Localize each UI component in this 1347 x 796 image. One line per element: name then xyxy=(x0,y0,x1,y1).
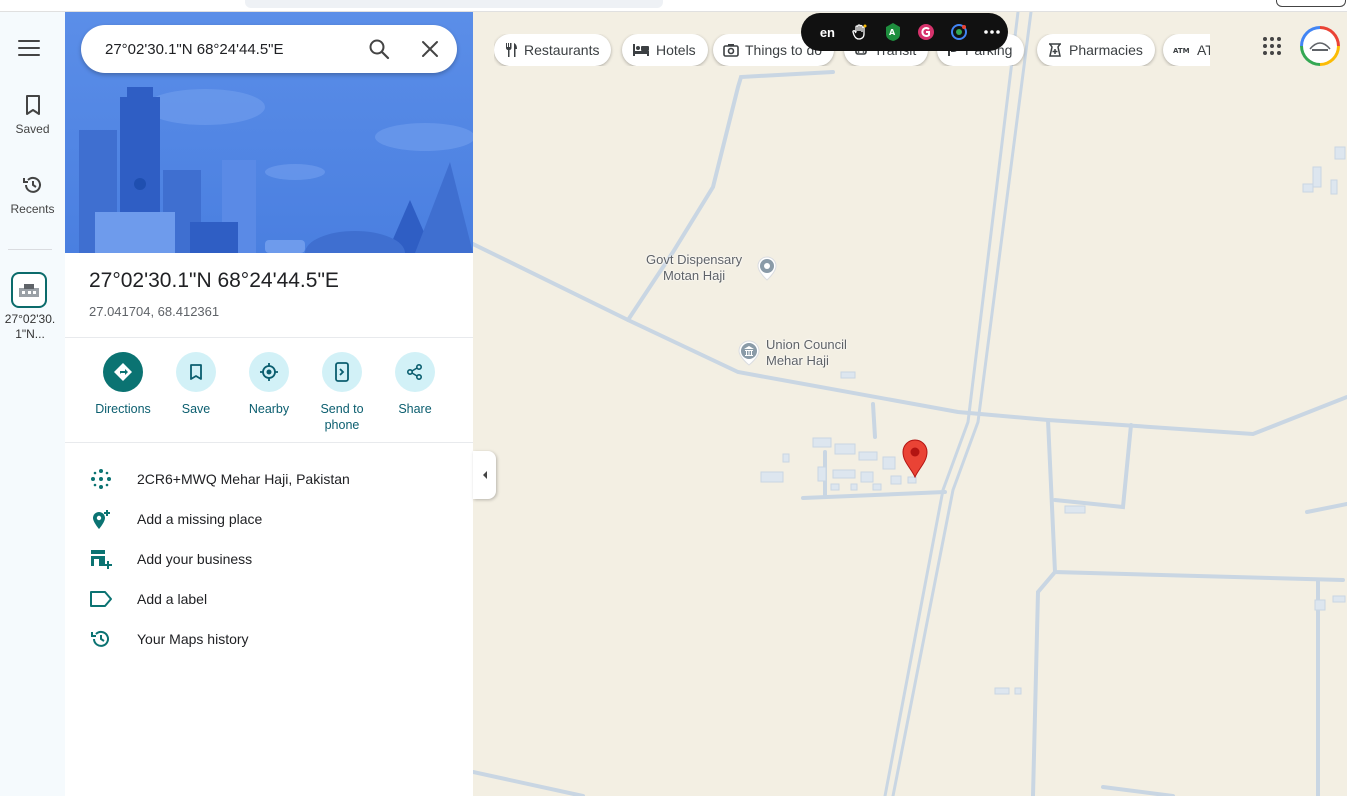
government-building-icon xyxy=(738,340,760,366)
browser-address-bar[interactable] xyxy=(245,0,663,8)
send-to-phone-label-2: phone xyxy=(324,418,360,432)
chip-restaurants[interactable]: Restaurants xyxy=(494,34,612,66)
add-label-text: Add a label xyxy=(137,591,208,607)
menu-icon[interactable] xyxy=(18,40,40,56)
save-button[interactable]: Save xyxy=(161,352,231,417)
action-buttons: Directions Save Nearby Send to phone Sha… xyxy=(65,352,473,442)
divider xyxy=(65,337,473,338)
rail-saved[interactable]: Saved xyxy=(0,94,65,136)
browser-strip xyxy=(0,0,1347,12)
plus-code-icon xyxy=(91,469,111,489)
send-to-phone-label-1: Send to xyxy=(320,402,364,416)
add-label-row[interactable]: Add a label xyxy=(65,579,473,619)
plus-code-row[interactable]: 2CR6+MWQ Mehar Haji, Pakistan xyxy=(65,459,473,499)
more-options-icon[interactable] xyxy=(975,17,1008,47)
place-panel: 27°02'30.1"N 68°24'44.5"E 27.041704, 68.… xyxy=(65,12,473,796)
rail-recents[interactable]: Recents xyxy=(0,174,65,216)
nearby-button[interactable]: Nearby xyxy=(234,352,304,417)
bed-icon xyxy=(633,44,649,56)
add-missing-place-text: Add a missing place xyxy=(137,511,263,527)
share-label: Share xyxy=(398,402,432,416)
dropped-pin-marker[interactable] xyxy=(901,438,929,483)
recent-place-thumbnail[interactable] xyxy=(11,272,47,308)
road-network xyxy=(473,12,1347,796)
bookmark-icon xyxy=(25,95,40,115)
location-pin-icon xyxy=(902,439,928,479)
share-button[interactable]: Share xyxy=(380,352,450,417)
fork-knife-icon xyxy=(506,43,517,57)
add-business-text: Add your business xyxy=(137,551,253,567)
chevron-left-icon xyxy=(482,471,487,479)
chip-atms[interactable]: ATM ATMs xyxy=(1163,34,1210,66)
extension-globe-icon[interactable] xyxy=(942,17,975,47)
dispensary-marker[interactable] xyxy=(756,255,778,286)
send-to-phone-button[interactable]: Send to phone xyxy=(307,352,377,433)
send-to-phone-icon xyxy=(335,362,349,382)
divider xyxy=(65,442,473,443)
extension-a-icon[interactable]: A xyxy=(877,17,910,47)
camera-icon xyxy=(723,44,739,57)
rail-divider xyxy=(8,249,52,250)
add-business-row[interactable]: Add your business xyxy=(65,539,473,579)
history-icon xyxy=(22,176,41,193)
left-rail: Saved Recents 27°02'30. 1"N... xyxy=(0,12,65,796)
atm-icon: ATM xyxy=(1173,47,1190,55)
chip-hotels[interactable]: Hotels xyxy=(622,34,708,66)
poi-label-union-council[interactable]: Union Council Mehar Haji xyxy=(766,337,847,369)
language-button[interactable]: en xyxy=(811,17,844,47)
nearby-icon xyxy=(260,363,278,381)
place-decimal-coordinates: 27.041704, 68.412361 xyxy=(89,304,220,319)
maps-history-row[interactable]: Your Maps history xyxy=(65,619,473,659)
browser-extension-button[interactable] xyxy=(1276,0,1346,7)
building-icon xyxy=(19,284,39,297)
directions-button[interactable]: Directions xyxy=(88,352,158,417)
svg-text:A: A xyxy=(889,28,896,37)
search-input[interactable] xyxy=(105,40,355,58)
maps-history-text: Your Maps history xyxy=(137,631,249,647)
close-icon[interactable] xyxy=(419,38,441,60)
poi-label-govt-dispensary[interactable]: Govt Dispensary Motan Haji xyxy=(646,252,742,284)
plus-code-text: 2CR6+MWQ Mehar Haji, Pakistan xyxy=(137,471,350,487)
collapse-panel-button[interactable] xyxy=(473,451,496,499)
grammarly-icon[interactable] xyxy=(909,17,942,47)
search-icon[interactable] xyxy=(367,37,391,61)
save-label: Save xyxy=(181,402,211,416)
map-canvas[interactable]: Govt Dispensary Motan Haji Union Council… xyxy=(473,12,1347,796)
recent-place-label[interactable]: 27°02'30. 1"N... xyxy=(0,312,60,342)
add-location-icon xyxy=(93,510,110,529)
directions-label: Directions xyxy=(95,402,151,416)
nearby-label: Nearby xyxy=(248,402,290,416)
chip-pharmacies[interactable]: Pharmacies xyxy=(1037,34,1155,66)
bookmark-icon xyxy=(190,364,202,380)
add-missing-place-row[interactable]: Add a missing place xyxy=(65,499,473,539)
union-council-marker[interactable] xyxy=(737,340,761,371)
label-icon xyxy=(90,591,112,607)
pharmacy-icon xyxy=(1049,43,1061,57)
rail-saved-label: Saved xyxy=(15,122,50,136)
poi-pin-icon xyxy=(757,256,777,281)
rail-recents-label: Recents xyxy=(10,202,55,216)
place-title: 27°02'30.1"N 68°24'44.5"E xyxy=(89,269,339,292)
directions-icon xyxy=(114,363,132,381)
apps-grid-icon[interactable] xyxy=(1262,36,1282,61)
share-icon xyxy=(406,363,423,381)
add-business-icon xyxy=(91,550,112,569)
hand-icon[interactable] xyxy=(844,17,877,47)
history-icon xyxy=(91,630,109,647)
floating-toolbar: en A xyxy=(801,13,1008,51)
search-box xyxy=(81,25,457,73)
account-avatar[interactable] xyxy=(1300,26,1340,66)
avatar-logo-icon xyxy=(1309,42,1331,51)
svg-text:ATM: ATM xyxy=(1173,47,1190,55)
